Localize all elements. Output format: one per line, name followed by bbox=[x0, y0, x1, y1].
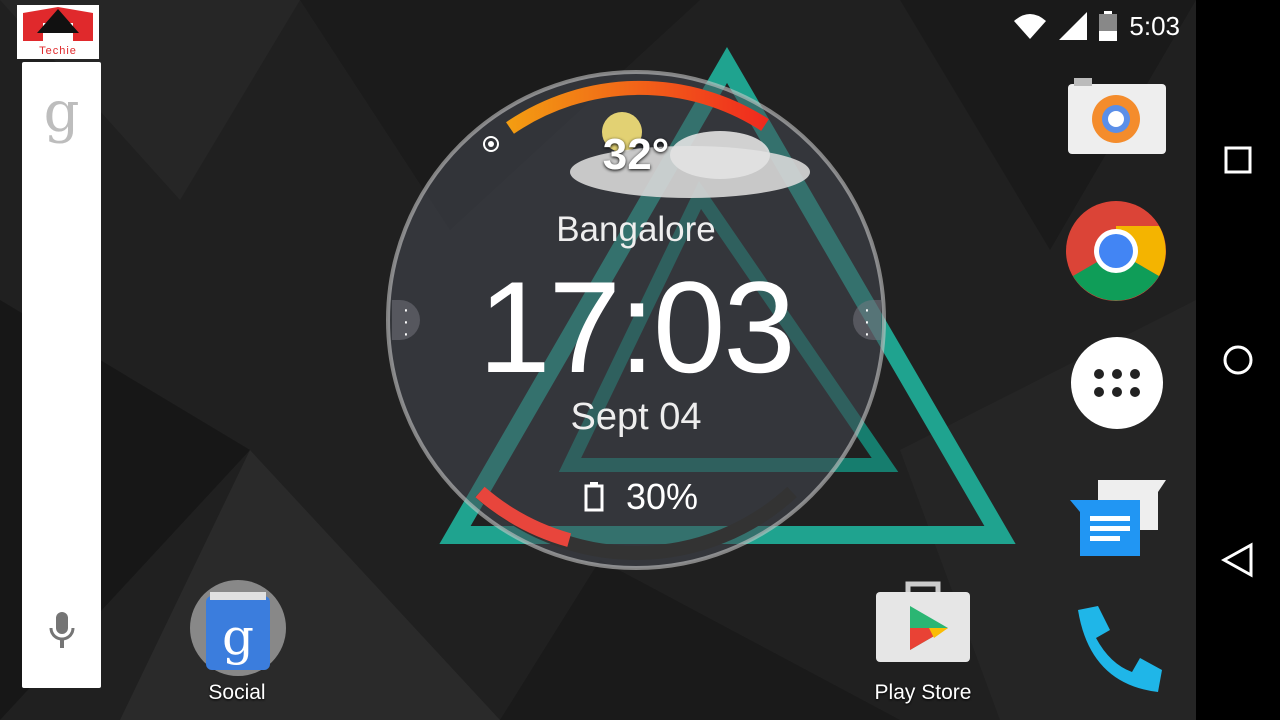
navigation-bar bbox=[1196, 0, 1280, 720]
social-folder[interactable]: g bbox=[188, 578, 288, 678]
app-drawer-button[interactable] bbox=[1071, 337, 1163, 429]
google-plus-icon: g bbox=[190, 580, 286, 676]
wifi-icon bbox=[1014, 14, 1047, 39]
chrome-icon[interactable] bbox=[1065, 200, 1167, 302]
battery-status: 30% bbox=[584, 476, 698, 518]
back-triangle-icon bbox=[1221, 542, 1253, 578]
techie-logo: Techie bbox=[17, 5, 99, 59]
social-label[interactable]: Social bbox=[157, 681, 317, 705]
status-time: 5:03 bbox=[1129, 10, 1180, 41]
date[interactable]: Sept 04 bbox=[386, 396, 886, 439]
battery-icon bbox=[584, 482, 604, 512]
phone-icon[interactable] bbox=[1070, 604, 1164, 696]
circle-icon bbox=[1223, 345, 1253, 375]
clock-time[interactable]: 17:03 bbox=[386, 252, 886, 402]
battery-icon bbox=[1099, 11, 1118, 41]
google-search-bar[interactable]: g bbox=[22, 62, 101, 688]
camera-icon[interactable] bbox=[1066, 78, 1168, 156]
microphone-icon[interactable] bbox=[48, 610, 76, 650]
play-store-icon[interactable] bbox=[874, 578, 972, 669]
messenger-icon[interactable] bbox=[1068, 478, 1168, 560]
play-store-label[interactable]: Play Store bbox=[843, 681, 1003, 705]
google-g-icon[interactable]: g bbox=[22, 80, 101, 145]
signal-icon bbox=[1059, 12, 1088, 40]
recents-button[interactable] bbox=[1196, 130, 1280, 190]
battery-percent: 30% bbox=[626, 476, 699, 517]
city-name[interactable]: Bangalore bbox=[386, 210, 886, 250]
home-button[interactable] bbox=[1196, 330, 1280, 390]
square-icon bbox=[1224, 146, 1252, 174]
temperature: 32° bbox=[602, 130, 670, 179]
status-bar: 5:03 bbox=[1013, 8, 1180, 44]
svg-text:g: g bbox=[222, 608, 254, 666]
back-button[interactable] bbox=[1196, 530, 1280, 590]
